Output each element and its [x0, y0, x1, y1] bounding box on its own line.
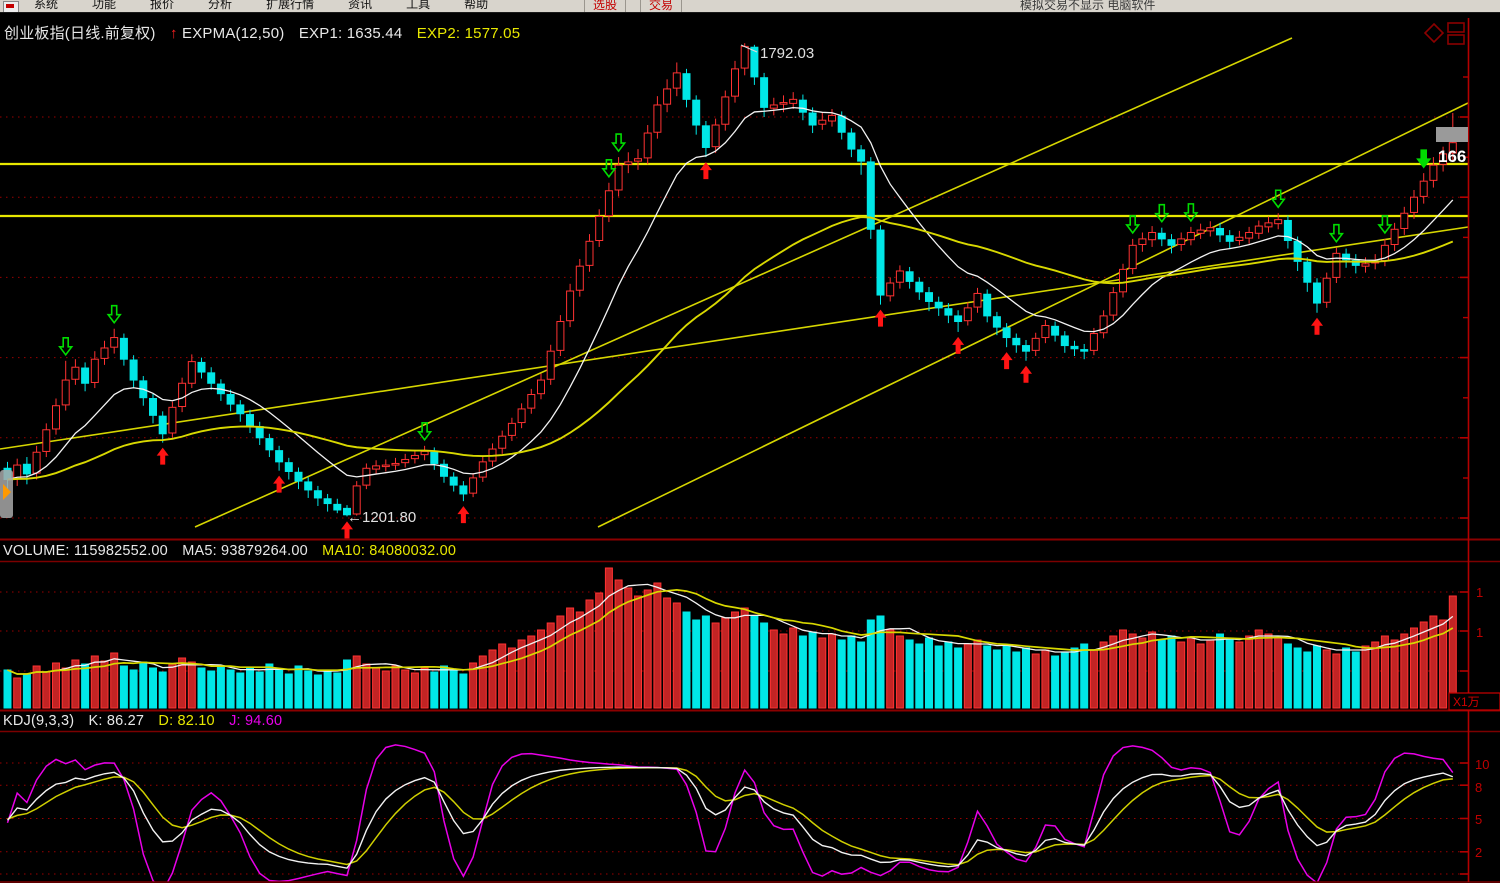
candlestick-series: [4, 43, 1456, 516]
volume-ma5-value: MA5: 93879264.00: [182, 543, 308, 559]
menu-item-highlight[interactable]: 选股: [584, 0, 626, 13]
menu-item[interactable]: 资讯: [344, 0, 376, 12]
kdj-j-value: J: 94.60: [229, 713, 282, 729]
menu-item[interactable]: 工具: [402, 0, 434, 12]
window-restore-icon[interactable]: [1448, 23, 1464, 32]
kdj-axis-20: 2: [1475, 845, 1482, 860]
kdj-panel-graphics: [0, 745, 1468, 883]
kdj-k-value: K: 86.27: [89, 713, 145, 729]
kdj-axis-80: 8: [1475, 780, 1482, 795]
trendline-drawings[interactable]: [0, 38, 1468, 527]
volume-ma10-value: MA10: 84080032.00: [322, 543, 456, 559]
volume-value: VOLUME: 115982552.00: [3, 543, 168, 559]
trading-terminal-window: 166 1792.03 ←1201.80 1 1 X1万 10 8 5 2 系统…: [0, 0, 1500, 883]
volume-unit-box[interactable]: X1万: [1449, 693, 1500, 710]
up-arrow-icon: ↑: [170, 25, 178, 42]
menubar-highlight-items: 选股 交易: [584, 0, 682, 13]
menubar: 系统 功能 报价 分析 扩展行情 资讯 工具 帮助 选股 交易 模拟交易不显示 电脑软件: [0, 0, 1500, 13]
volume-axis-label-1: 1: [1476, 585, 1483, 600]
window-corner-icons[interactable]: [1425, 23, 1464, 44]
menu-item[interactable]: 帮助: [460, 0, 492, 12]
menu-item[interactable]: 分析: [204, 0, 236, 12]
kdj-d-value: D: 82.10: [158, 713, 214, 729]
low-annotation: ←1201.80: [347, 509, 416, 526]
kdj-axis-50: 5: [1475, 812, 1482, 827]
symbol-title: 创业板指(日线.前复权): [4, 25, 156, 42]
menu-item[interactable]: 系统: [30, 0, 62, 12]
main-chart-header: 创业板指(日线.前复权) ↑ EXPMA(12,50) EXP1: 1635.4…: [4, 22, 520, 43]
kdj-axis-100: 10: [1475, 757, 1489, 772]
diamond-icon[interactable]: [1425, 24, 1443, 42]
menu-item[interactable]: 报价: [146, 0, 178, 12]
volume-panel-graphics: [0, 568, 1468, 708]
volume-header: VOLUME: 115982552.00 MA5: 93879264.00 MA…: [3, 543, 456, 559]
peak-annotation: 1792.03: [760, 45, 814, 62]
window-restore-icon2[interactable]: [1448, 35, 1464, 44]
indicator-name[interactable]: EXPMA(12,50): [182, 25, 284, 42]
menu-item[interactable]: 扩展行情: [262, 0, 318, 12]
app-icon[interactable]: [3, 1, 19, 13]
kdj-header: KDJ(9,3,3) K: 86.27 D: 82.10 J: 94.60: [3, 713, 282, 729]
menubar-right-text: 模拟交易不显示 电脑软件: [1020, 0, 1155, 13]
kdj-name[interactable]: KDJ(9,3,3): [3, 713, 74, 729]
chart-canvas[interactable]: 166 1792.03 ←1201.80 1 1 X1万 10 8 5 2: [0, 0, 1500, 883]
latest-price-tag: [1436, 127, 1468, 142]
main-gridlines: [0, 117, 1468, 518]
exp1-value: EXP1: 1635.44: [299, 25, 403, 42]
menu-item-highlight[interactable]: 交易: [640, 0, 682, 13]
volume-unit-label[interactable]: X1万: [1453, 695, 1480, 709]
exp2-value: EXP2: 1577.05: [417, 25, 521, 42]
menubar-items: 系统 功能 报价 分析 扩展行情 资讯 工具 帮助: [30, 0, 1500, 12]
panel-expand-handle[interactable]: [0, 470, 13, 518]
latest-price-text: 166: [1438, 147, 1466, 166]
volume-axis-label-2: 1: [1476, 625, 1483, 640]
menu-item[interactable]: 功能: [88, 0, 120, 12]
